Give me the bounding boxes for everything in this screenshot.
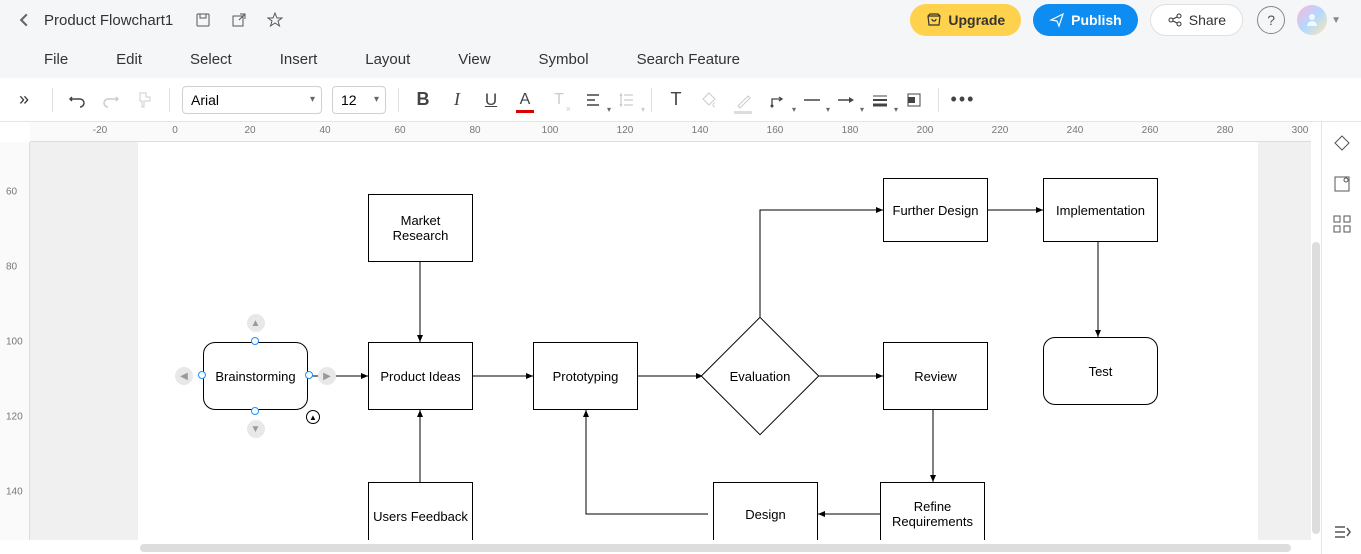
menu-file[interactable]: File	[20, 51, 92, 68]
title-bar: Product Flowchart1 Upgrade Publish Share…	[0, 0, 1361, 40]
page: Brainstorming Market Research Product Id…	[138, 142, 1258, 540]
arrow-style-button[interactable]: ▾	[830, 84, 862, 116]
rotate-handle[interactable]	[306, 410, 320, 424]
redo-button[interactable]	[95, 84, 127, 116]
node-further-design[interactable]: Further Design	[883, 178, 988, 242]
canvas[interactable]: Brainstorming Market Research Product Id…	[30, 142, 1311, 540]
bold-button[interactable]: B	[407, 84, 439, 116]
share-button[interactable]: Share	[1150, 4, 1243, 36]
menu-symbol[interactable]: Symbol	[515, 51, 613, 68]
line-style-button[interactable]: ▾	[796, 84, 828, 116]
node-market-research[interactable]: Market Research	[368, 194, 473, 262]
help-button[interactable]: ?	[1257, 6, 1285, 34]
side-panel	[1321, 122, 1361, 554]
clear-format-button[interactable]: T×	[543, 84, 575, 116]
quick-connect-right[interactable]: ▶	[318, 367, 336, 385]
node-prototyping[interactable]: Prototyping	[533, 342, 638, 410]
format-painter-button[interactable]	[129, 84, 161, 116]
horizontal-scrollbar[interactable]	[140, 544, 1291, 552]
upgrade-button[interactable]: Upgrade	[910, 4, 1021, 36]
menu-select[interactable]: Select	[166, 51, 256, 68]
connector-button[interactable]: ▾	[762, 84, 794, 116]
theme-icon[interactable]	[1330, 132, 1354, 156]
fill-button[interactable]	[694, 84, 726, 116]
stroke-color-button[interactable]	[728, 84, 760, 116]
quick-connect-down[interactable]: ▼	[247, 420, 265, 438]
node-refine-requirements[interactable]: Refine Requirements	[880, 482, 985, 540]
horizontal-ruler: -20 0 20 40 60 80 100 120 140 160 180 20…	[30, 122, 1311, 142]
node-users-feedback[interactable]: Users Feedback	[368, 482, 473, 540]
italic-button[interactable]: I	[441, 84, 473, 116]
menu-view[interactable]: View	[434, 51, 514, 68]
canvas-area: -20 0 20 40 60 80 100 120 140 160 180 20…	[0, 122, 1361, 554]
user-avatar[interactable]	[1297, 5, 1327, 35]
node-evaluation[interactable]: Evaluation	[718, 334, 802, 418]
publish-label: Publish	[1071, 12, 1122, 28]
node-product-ideas[interactable]: Product Ideas	[368, 342, 473, 410]
menu-layout[interactable]: Layout	[341, 51, 434, 68]
document-title[interactable]: Product Flowchart1	[44, 12, 173, 29]
star-icon[interactable]	[263, 8, 287, 32]
font-color-button[interactable]: A	[509, 84, 541, 116]
font-family-select[interactable]: Arial	[182, 86, 322, 114]
position-button[interactable]	[898, 84, 930, 116]
node-design[interactable]: Design	[713, 482, 818, 540]
toolbar: » Arial 12 B I U A T× ▾ ▾ T ▾ ▾ ▾ ▾ •••	[0, 78, 1361, 122]
menu-search[interactable]: Search Feature	[613, 51, 764, 68]
settings-icon[interactable]	[1330, 172, 1354, 196]
menu-insert[interactable]: Insert	[256, 51, 342, 68]
underline-button[interactable]: U	[475, 84, 507, 116]
vertical-scrollbar[interactable]	[1312, 242, 1320, 534]
menu-edit[interactable]: Edit	[92, 51, 166, 68]
back-button[interactable]	[12, 8, 36, 32]
quick-connect-up[interactable]: ▲	[247, 314, 265, 332]
align-button[interactable]: ▾	[577, 84, 609, 116]
save-icon[interactable]	[191, 8, 215, 32]
vertical-ruler: 60 80 100 120 140	[0, 142, 30, 540]
line-spacing-button[interactable]: ▾	[611, 84, 643, 116]
export-icon[interactable]	[227, 8, 251, 32]
share-label: Share	[1189, 12, 1226, 28]
avatar-dropdown[interactable]: ▼	[1331, 15, 1341, 26]
node-review[interactable]: Review	[883, 342, 988, 410]
node-implementation[interactable]: Implementation	[1043, 178, 1158, 242]
grid-icon[interactable]	[1330, 212, 1354, 236]
text-button[interactable]: T	[660, 84, 692, 116]
line-weight-button[interactable]: ▾	[864, 84, 896, 116]
outline-icon[interactable]	[1330, 520, 1354, 544]
publish-button[interactable]: Publish	[1033, 4, 1138, 36]
expand-toolbar-icon[interactable]: »	[10, 89, 38, 110]
upgrade-label: Upgrade	[948, 12, 1005, 28]
quick-connect-left[interactable]: ◀	[175, 367, 193, 385]
font-size-select[interactable]: 12	[332, 86, 386, 114]
menu-bar: File Edit Select Insert Layout View Symb…	[0, 40, 1361, 78]
more-button[interactable]: •••	[947, 84, 979, 116]
node-test[interactable]: Test	[1043, 337, 1158, 405]
undo-button[interactable]	[61, 84, 93, 116]
node-brainstorming[interactable]: Brainstorming	[203, 342, 308, 410]
